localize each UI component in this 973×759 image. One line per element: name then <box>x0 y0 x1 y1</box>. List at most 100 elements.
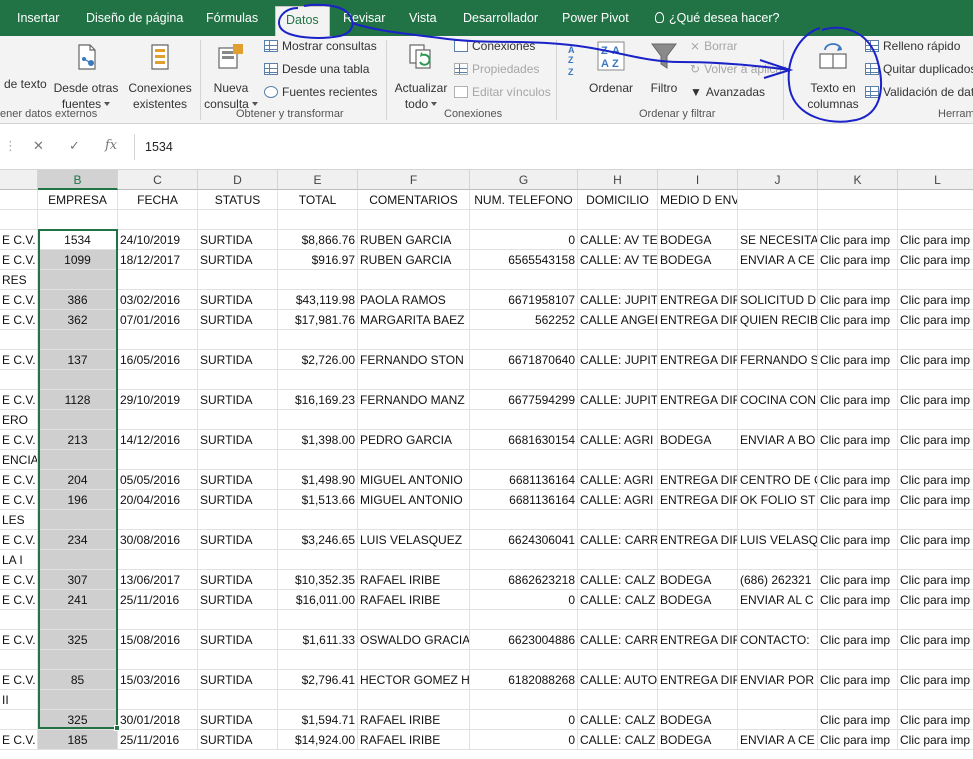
grid-cell[interactable]: 562252 <box>470 310 578 330</box>
grid-cell[interactable] <box>38 510 118 530</box>
grid-cell[interactable]: Clic para imp <box>898 530 973 550</box>
column-header-b[interactable]: B <box>38 170 118 190</box>
grid-cell[interactable] <box>278 370 358 390</box>
grid-cell[interactable] <box>278 650 358 670</box>
grid-cell[interactable]: BODEGA <box>658 710 738 730</box>
grid-cell[interactable]: 18/12/2017 <box>118 250 198 270</box>
grid-cell[interactable] <box>118 330 198 350</box>
grid-cell[interactable] <box>38 650 118 670</box>
grid-cell[interactable]: 15/03/2016 <box>118 670 198 690</box>
column-title-cell[interactable] <box>898 190 973 210</box>
grid-cell[interactable]: ENTREGA DIF <box>658 490 738 510</box>
reapply-filter-button[interactable]: ↻ Volver a aplicar <box>690 62 786 76</box>
grid-cell[interactable] <box>738 450 818 470</box>
column-title-cell[interactable] <box>0 190 38 210</box>
grid-cell[interactable]: Clic para imp <box>818 590 898 610</box>
grid-cell[interactable] <box>198 550 278 570</box>
grid-cell[interactable] <box>358 450 470 470</box>
grid-cell[interactable] <box>198 370 278 390</box>
grid-cell[interactable]: SURTIDA <box>198 350 278 370</box>
show-queries-button[interactable]: Mostrar consultas <box>264 39 377 53</box>
grid-cell[interactable]: Clic para imp <box>898 250 973 270</box>
grid-cell[interactable]: CENTRO DE C <box>738 470 818 490</box>
grid-cell[interactable] <box>198 410 278 430</box>
grid-cell[interactable] <box>818 450 898 470</box>
grid-cell[interactable]: RUBEN GARCIA <box>358 230 470 250</box>
grid-cell[interactable]: 05/05/2016 <box>118 470 198 490</box>
grid-cell[interactable]: Clic para imp <box>818 670 898 690</box>
grid-cell[interactable] <box>818 510 898 530</box>
grid-cell[interactable] <box>818 270 898 290</box>
column-header-d[interactable]: D <box>198 170 278 190</box>
grid-cell[interactable]: QUIEN RECIB <box>738 310 818 330</box>
grid-cell[interactable]: $10,352.35 <box>278 570 358 590</box>
grid-cell[interactable]: $1,398.00 <box>278 430 358 450</box>
grid-cell[interactable]: 13/06/2017 <box>118 570 198 590</box>
grid-cell[interactable]: 20/04/2016 <box>118 490 198 510</box>
grid-cell[interactable] <box>118 450 198 470</box>
grid-cell[interactable]: $1,498.90 <box>278 470 358 490</box>
grid-cell[interactable]: CALLE: CALZ <box>578 570 658 590</box>
grid-cell[interactable]: Clic para imp <box>818 490 898 510</box>
grid-cell[interactable] <box>898 330 973 350</box>
column-header-i[interactable]: I <box>658 170 738 190</box>
grid-cell[interactable] <box>118 270 198 290</box>
grid-cell[interactable] <box>738 610 818 630</box>
grid-cell[interactable] <box>0 710 38 730</box>
grid-cell[interactable] <box>470 610 578 630</box>
column-header-c[interactable]: C <box>118 170 198 190</box>
grid-cell[interactable] <box>738 510 818 530</box>
grid-cell[interactable]: 15/08/2016 <box>118 630 198 650</box>
grid-cell[interactable]: SOLICITUD D <box>738 290 818 310</box>
grid-cell[interactable] <box>118 650 198 670</box>
grid-cell[interactable]: 213 <box>38 430 118 450</box>
grid-cell[interactable] <box>738 550 818 570</box>
grid-cell[interactable]: $1,594.71 <box>278 710 358 730</box>
grid-cell[interactable] <box>118 610 198 630</box>
advanced-filter-button[interactable]: ▼ Avanzadas <box>690 85 765 99</box>
column-header-g[interactable]: G <box>470 170 578 190</box>
grid-cell[interactable]: FERNANDO STON <box>358 350 470 370</box>
grid-cell[interactable]: E C.V. <box>0 530 38 550</box>
grid-cell[interactable]: SURTIDA <box>198 590 278 610</box>
grid-cell[interactable] <box>358 510 470 530</box>
grid-cell[interactable]: SURTIDA <box>198 530 278 550</box>
grid-cell[interactable]: Clic para imp <box>818 290 898 310</box>
grid-cell[interactable]: 234 <box>38 530 118 550</box>
grid-cell[interactable] <box>578 370 658 390</box>
grid-cell[interactable]: CONTACTO: <box>738 630 818 650</box>
grid-cell[interactable] <box>738 330 818 350</box>
grid-cell[interactable]: BODEGA <box>658 250 738 270</box>
grid-cell[interactable] <box>198 330 278 350</box>
grid-cell[interactable]: 185 <box>38 730 118 750</box>
grid-cell[interactable]: $2,726.00 <box>278 350 358 370</box>
formula-input[interactable]: 1534 <box>134 134 973 160</box>
grid-cell[interactable]: E C.V. <box>0 490 38 510</box>
grid-cell[interactable]: RAFAEL IRIBE <box>358 570 470 590</box>
grid-cell[interactable] <box>738 410 818 430</box>
grid-cell[interactable] <box>658 410 738 430</box>
grid-cell[interactable]: MIGUEL ANTONIO <box>358 470 470 490</box>
grid-cell[interactable] <box>358 690 470 710</box>
grid-cell[interactable]: Clic para imp <box>818 250 898 270</box>
sort-az-button[interactable]: A Z Z <box>567 42 581 81</box>
grid-cell[interactable] <box>0 610 38 630</box>
grid-cell[interactable] <box>818 610 898 630</box>
grid-cell[interactable] <box>278 210 358 230</box>
grid-cell[interactable]: 196 <box>38 490 118 510</box>
text-to-columns-button[interactable]: Texto en columnas <box>800 40 866 112</box>
grid-cell[interactable]: 386 <box>38 290 118 310</box>
grid-cell[interactable]: Clic para imp <box>818 350 898 370</box>
grid-cell[interactable]: LES <box>0 510 38 530</box>
grid-cell[interactable]: ENVIAR A CE <box>738 730 818 750</box>
grid-cell[interactable] <box>578 270 658 290</box>
grid-cell[interactable]: ENTREGA DIF <box>658 530 738 550</box>
grid-cell[interactable] <box>578 410 658 430</box>
grid-cell[interactable] <box>818 550 898 570</box>
grid-cell[interactable]: Clic para imp <box>818 570 898 590</box>
grid-cell[interactable]: FERNANDO S <box>738 350 818 370</box>
grid-cell[interactable]: $16,169.23 <box>278 390 358 410</box>
grid-cell[interactable] <box>658 550 738 570</box>
grid-cell[interactable] <box>358 330 470 350</box>
grid-cell[interactable]: BODEGA <box>658 570 738 590</box>
